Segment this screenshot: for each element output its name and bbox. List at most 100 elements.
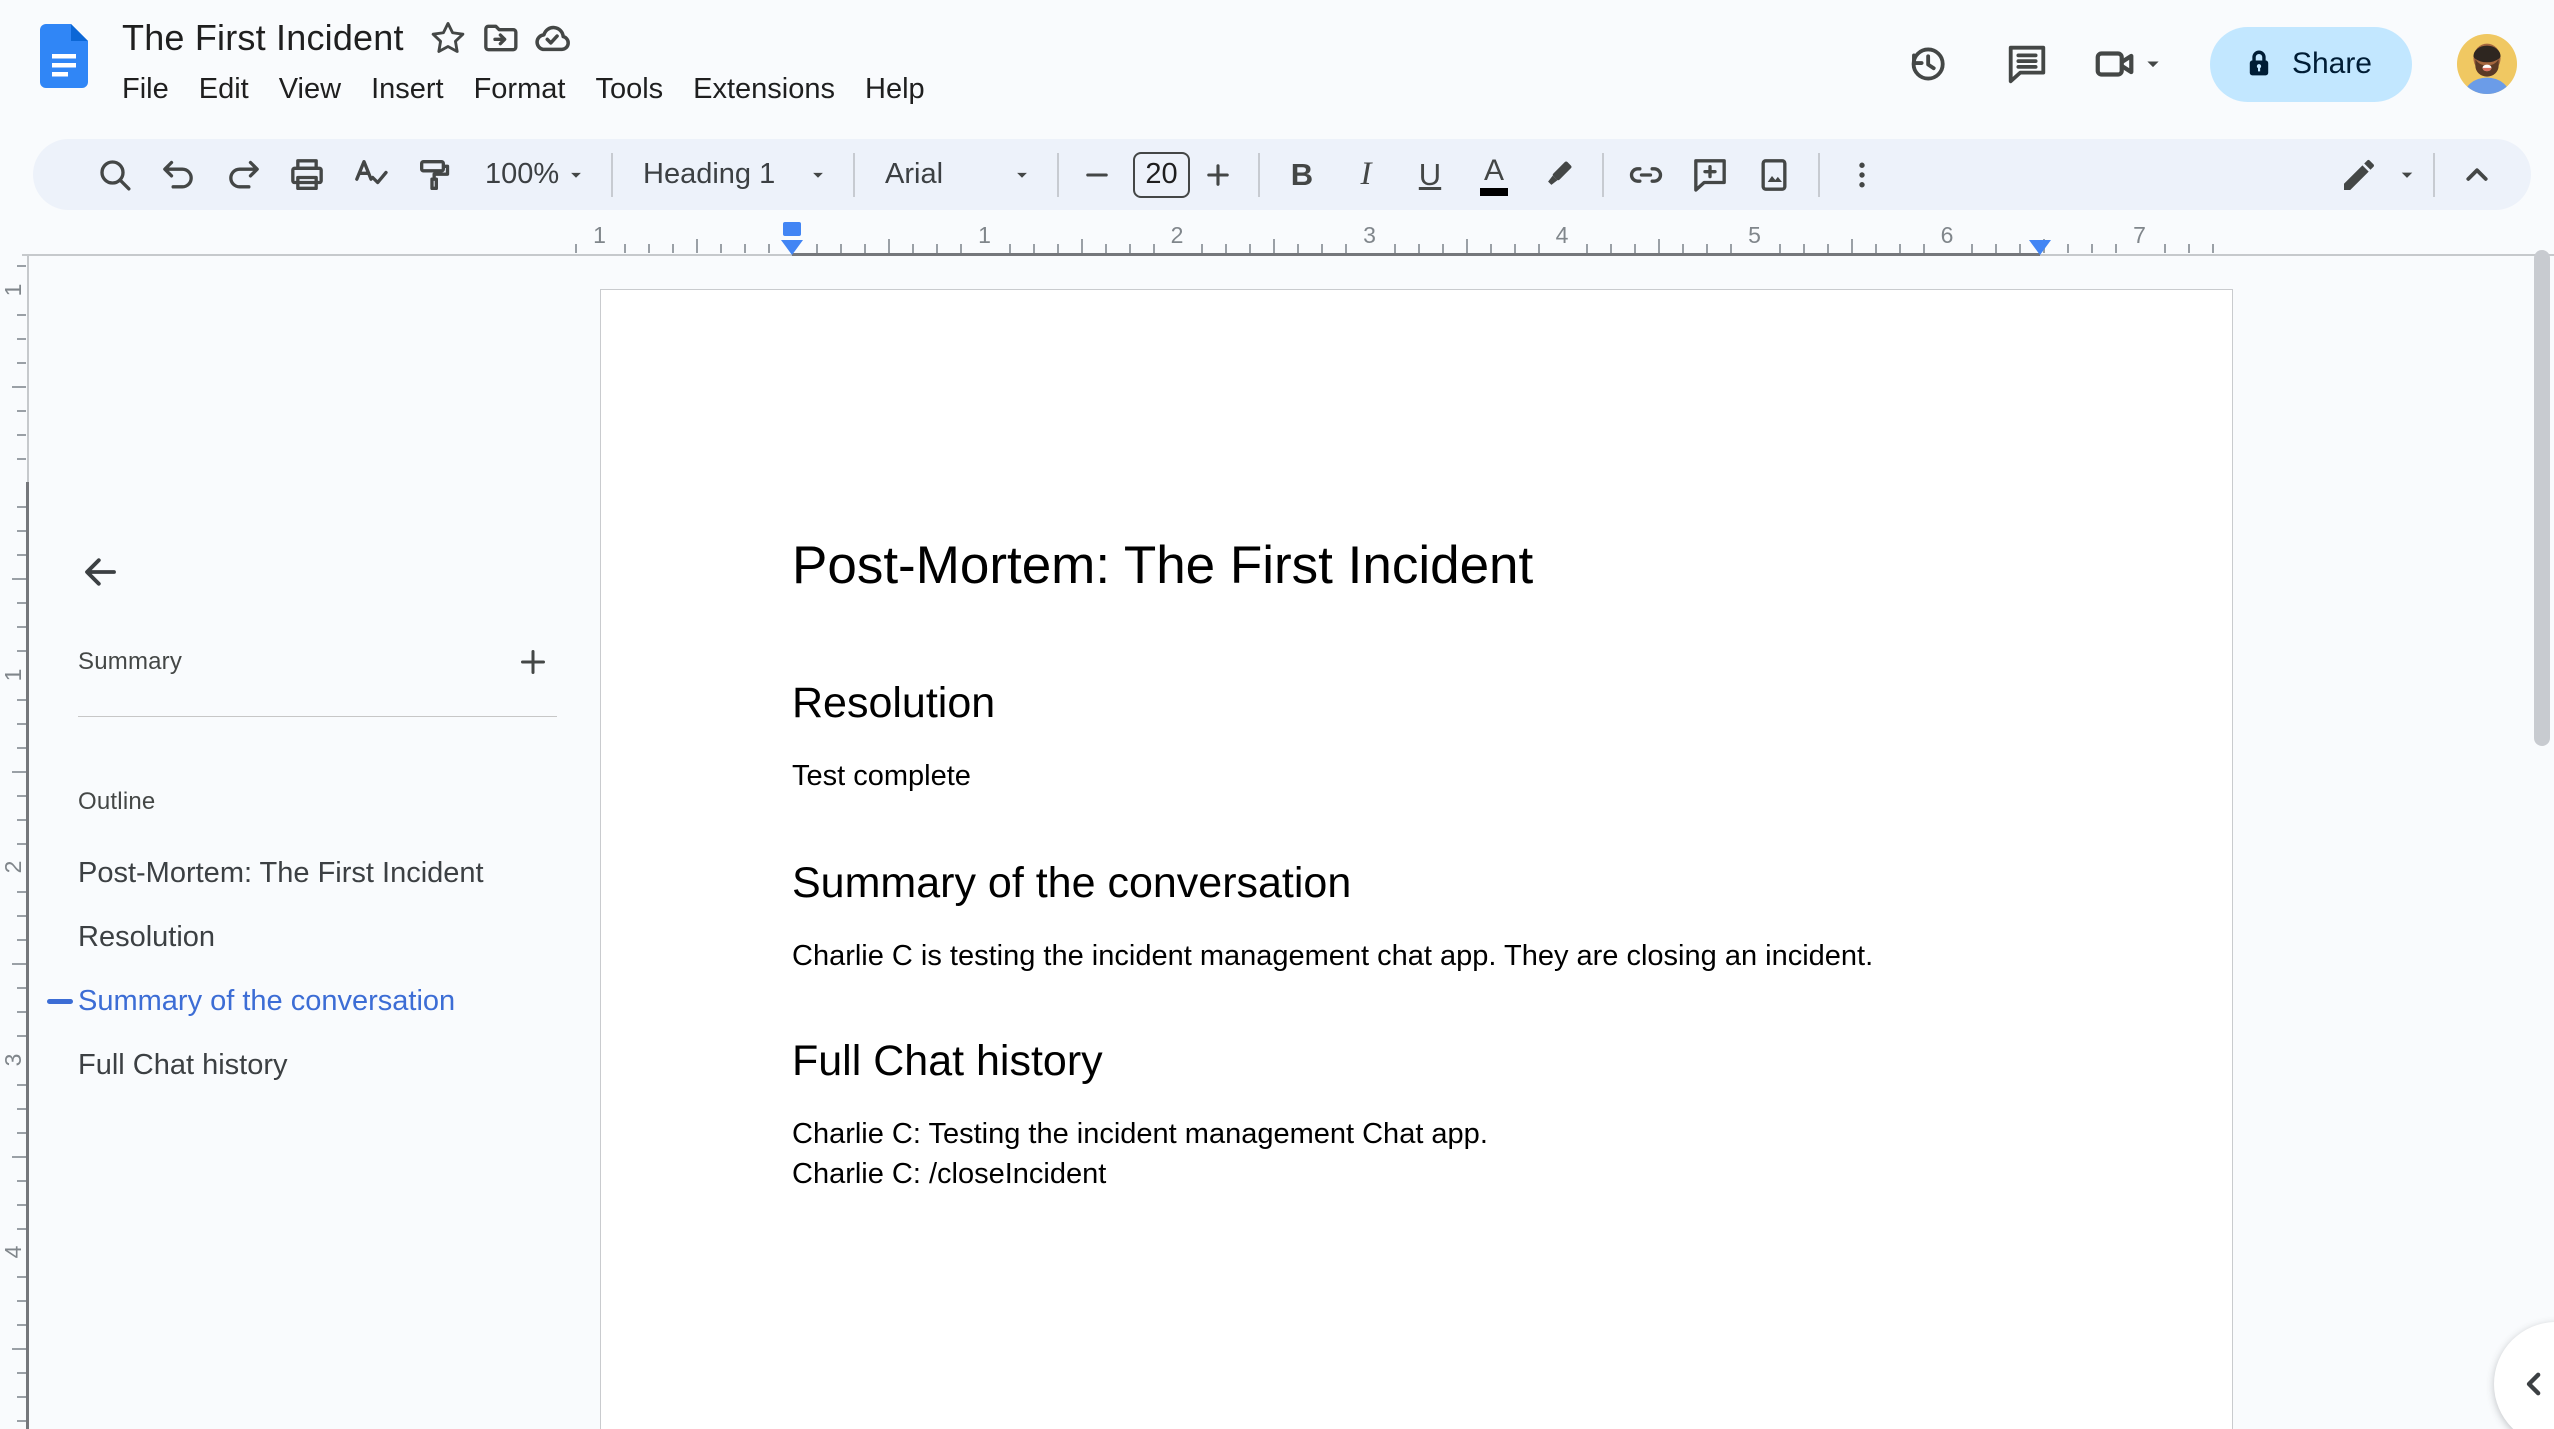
- decrease-font-size-button[interactable]: [1073, 147, 1121, 203]
- doc-heading-2[interactable]: Full Chat history: [792, 1034, 2052, 1088]
- ruler-tick: [1201, 244, 1204, 253]
- ruler-tick: [1080, 239, 1083, 253]
- ruler-tick: [1802, 244, 1805, 253]
- doc-paragraph[interactable]: Charlie C: /closeIncident: [792, 1154, 2052, 1194]
- avatar-image: [2456, 33, 2518, 95]
- menu-extensions[interactable]: Extensions: [678, 66, 850, 113]
- menu-format[interactable]: Format: [459, 66, 581, 113]
- outline-sidebar: Summary Outline Post-Mortem: The First I…: [0, 260, 567, 1429]
- plus-icon: [1207, 163, 1229, 186]
- toolbar-separator: [611, 152, 613, 197]
- doc-heading-2[interactable]: Summary of the conversation: [792, 856, 2052, 910]
- underline-button[interactable]: U: [1402, 147, 1458, 203]
- move-to-folder-button[interactable]: [474, 14, 526, 62]
- app-header: The First Incident File Edit View Insert…: [0, 0, 2554, 138]
- account-avatar[interactable]: [2456, 33, 2518, 95]
- document-status-button[interactable]: [526, 14, 578, 62]
- ruler-tick: [1922, 244, 1925, 253]
- outline-item[interactable]: Summary of the conversation: [47, 969, 540, 1033]
- ruler-tick: [2019, 244, 2022, 253]
- ruler-tick: [1321, 244, 1324, 253]
- outline-item[interactable]: Post-Mortem: The First Incident: [78, 841, 540, 905]
- paragraph-style-select[interactable]: Heading 1: [629, 147, 843, 203]
- outline-label: Outline: [78, 788, 156, 815]
- chevron-down-icon: [2401, 172, 2413, 178]
- menu-view[interactable]: View: [264, 66, 356, 113]
- image-icon: [1761, 158, 1787, 191]
- share-button[interactable]: Share: [2209, 26, 2412, 102]
- italic-button[interactable]: I: [1338, 147, 1394, 203]
- chevron-down-icon: [813, 172, 823, 178]
- comments-button[interactable]: [1996, 33, 2058, 95]
- share-button-label: Share: [2291, 47, 2372, 80]
- left-indent-marker[interactable]: [781, 240, 803, 255]
- google-docs-app: The First Incident File Edit View Insert…: [0, 0, 2554, 1429]
- undo-button[interactable]: [151, 147, 207, 203]
- ruler-tick: [840, 244, 843, 253]
- ruler-tick: [1152, 244, 1155, 253]
- paint-format-button[interactable]: [407, 147, 463, 203]
- toolbar-separator: [1057, 152, 1059, 197]
- text-color-button[interactable]: A: [1466, 147, 1522, 203]
- outline-item[interactable]: Resolution: [78, 905, 540, 969]
- active-item-dash: [47, 999, 73, 1004]
- outline-list: Post-Mortem: The First Incident Resoluti…: [47, 841, 540, 1097]
- ruler-tick: [2067, 244, 2070, 253]
- ruler-tick: [1104, 244, 1107, 253]
- join-call-button[interactable]: [2092, 41, 2168, 87]
- menu-help[interactable]: Help: [850, 66, 940, 113]
- increase-font-size-button[interactable]: [1194, 147, 1242, 203]
- link-icon: [1629, 166, 1663, 183]
- doc-paragraph[interactable]: Test complete: [792, 756, 2052, 796]
- doc-heading-1[interactable]: Post-Mortem: The First Incident: [792, 534, 2052, 597]
- add-summary-button[interactable]: [509, 638, 557, 686]
- horizontal-ruler[interactable]: 1 1 2 3 4 5 6 7: [560, 220, 2250, 258]
- editing-mode-select[interactable]: [2339, 155, 2421, 195]
- star-button[interactable]: [422, 14, 474, 62]
- bold-button[interactable]: B: [1274, 147, 1330, 203]
- first-line-indent-marker[interactable]: [783, 222, 801, 236]
- close-outline-button[interactable]: [70, 542, 130, 602]
- print-button[interactable]: [279, 147, 335, 203]
- outline-item[interactable]: Full Chat history: [78, 1033, 540, 1097]
- menu-file[interactable]: File: [107, 66, 184, 113]
- redo-button[interactable]: [215, 147, 271, 203]
- underline-icon: U: [1418, 156, 1442, 192]
- vertical-scrollbar[interactable]: [2534, 250, 2550, 746]
- insert-image-button[interactable]: [1746, 147, 1802, 203]
- toolbar-separator: [1602, 152, 1604, 197]
- version-history-button[interactable]: [1896, 33, 1958, 95]
- document-page[interactable]: Post-Mortem: The First Incident Resoluti…: [600, 289, 2233, 1429]
- toolbar-separator: [1818, 152, 1820, 197]
- star-icon: [431, 22, 465, 53]
- font-size-input[interactable]: 20: [1133, 151, 1190, 198]
- right-indent-marker[interactable]: [2029, 240, 2051, 255]
- insert-link-button[interactable]: [1618, 147, 1674, 203]
- document-content[interactable]: Post-Mortem: The First Incident Resoluti…: [601, 290, 2232, 1194]
- menu-insert[interactable]: Insert: [356, 66, 459, 113]
- ruler-tick: [647, 244, 650, 253]
- more-vertical-icon: [1859, 162, 1865, 187]
- doc-paragraph[interactable]: Charlie C: Testing the incident manageme…: [792, 1114, 2052, 1154]
- font-size-value: 20: [1145, 158, 1178, 190]
- doc-paragraph[interactable]: Charlie C is testing the incident manage…: [792, 936, 2052, 976]
- font-family-select[interactable]: Arial: [871, 147, 1047, 203]
- add-comment-button[interactable]: [1682, 147, 1738, 203]
- hide-menus-button[interactable]: [2449, 147, 2505, 203]
- ruler-tick: [1971, 244, 1974, 253]
- more-toolbar-options-button[interactable]: [1834, 147, 1890, 203]
- ruler-tick: [1850, 239, 1853, 253]
- show-side-panel-button[interactable]: [2494, 1322, 2554, 1429]
- document-title-field[interactable]: The First Incident: [122, 17, 404, 59]
- search-menus-button[interactable]: [87, 147, 143, 203]
- spellcheck-button[interactable]: [343, 147, 399, 203]
- menu-edit[interactable]: Edit: [184, 66, 264, 113]
- doc-heading-2[interactable]: Resolution: [792, 676, 2052, 730]
- highlight-color-button[interactable]: [1530, 147, 1586, 203]
- ruler-number: 4: [1555, 222, 1569, 248]
- menu-tools[interactable]: Tools: [580, 66, 678, 113]
- docs-logo-icon[interactable]: [40, 24, 88, 88]
- ruler-tick: [695, 239, 698, 253]
- doc-section: Full Chat history Charlie C: Testing the…: [792, 1034, 2052, 1194]
- zoom-select[interactable]: 100%: [477, 147, 597, 203]
